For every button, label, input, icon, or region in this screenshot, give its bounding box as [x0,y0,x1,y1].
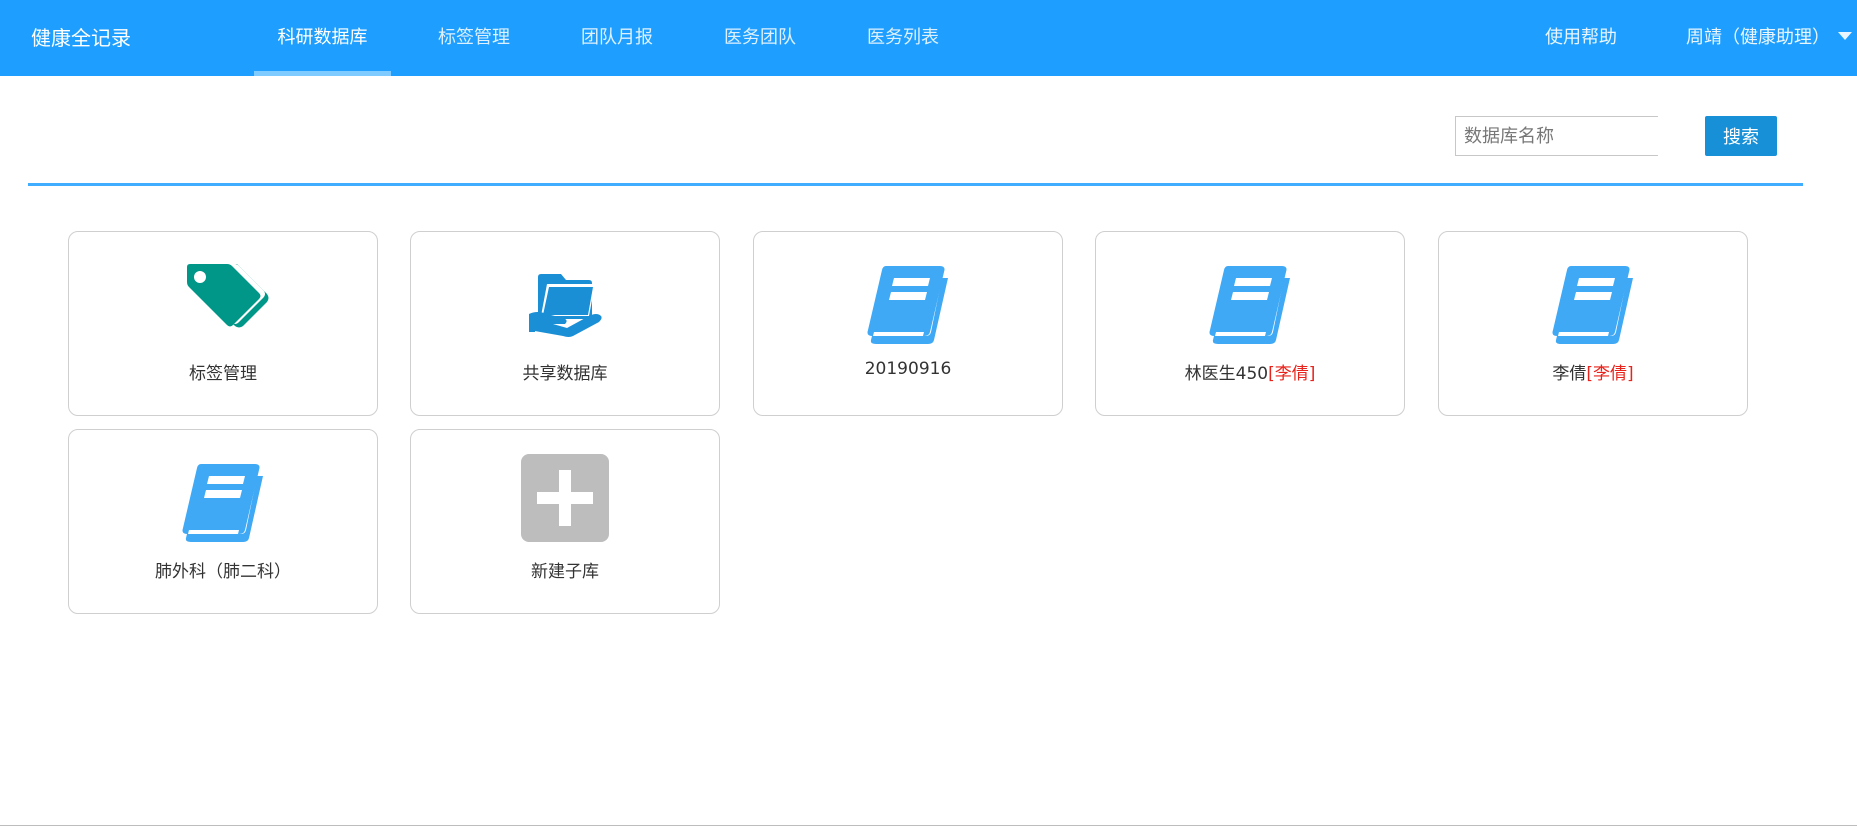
card-label: 林医生450[李倩] [1184,364,1316,384]
card-label: 20190916 [864,359,952,379]
add-icon [521,454,609,542]
user-name: 周靖（健康助理） [1686,27,1830,48]
card-tag-management[interactable]: 标签管理 [68,231,378,416]
card-label: 李倩[李倩] [1552,364,1634,384]
chevron-down-icon [1838,32,1852,40]
help-link[interactable]: 使用帮助 [1545,0,1617,76]
book-icon [1209,266,1290,344]
card-database-20190916[interactable]: 20190916 [753,231,1063,416]
card-label: 共享数据库 [522,364,608,384]
nav-tab-medical-list[interactable]: 医务列表 [847,0,959,76]
shared-folder-icon [529,274,602,337]
active-tab-indicator [254,71,391,76]
card-label: 标签管理 [189,364,257,384]
book-icon [867,266,948,344]
card-database-li-qian[interactable]: 李倩[李倩] [1438,231,1748,416]
database-search-input[interactable] [1455,116,1658,156]
nav-tab-team-monthly-report[interactable]: 团队月报 [561,0,673,76]
card-create-sub-database[interactable]: 新建子库 [410,429,720,614]
card-shared-database[interactable]: 共享数据库 [410,231,720,416]
nav-tab-tag-management[interactable]: 标签管理 [418,0,530,76]
card-database-lin-doctor-450[interactable]: 林医生450[李倩] [1095,231,1405,416]
tag-icon [187,264,269,328]
brand-title[interactable]: 健康全记录 [31,24,131,52]
section-divider [28,183,1803,186]
bottom-border [0,825,1857,826]
card-label: 新建子库 [531,562,599,582]
top-navigation-bar: 健康全记录 科研数据库 标签管理 团队月报 医务团队 医务列表 使用帮助 周靖（… [0,0,1857,76]
nav-tab-research-database[interactable]: 科研数据库 [254,0,391,76]
card-label: 肺外科（肺二科） [155,562,291,582]
book-icon [182,464,263,542]
card-database-thoracic-surgery[interactable]: 肺外科（肺二科） [68,429,378,614]
search-button[interactable]: 搜索 [1705,116,1777,156]
book-icon [1552,266,1633,344]
nav-tab-medical-team[interactable]: 医务团队 [704,0,816,76]
user-menu[interactable]: 周靖（健康助理） [1686,0,1852,76]
